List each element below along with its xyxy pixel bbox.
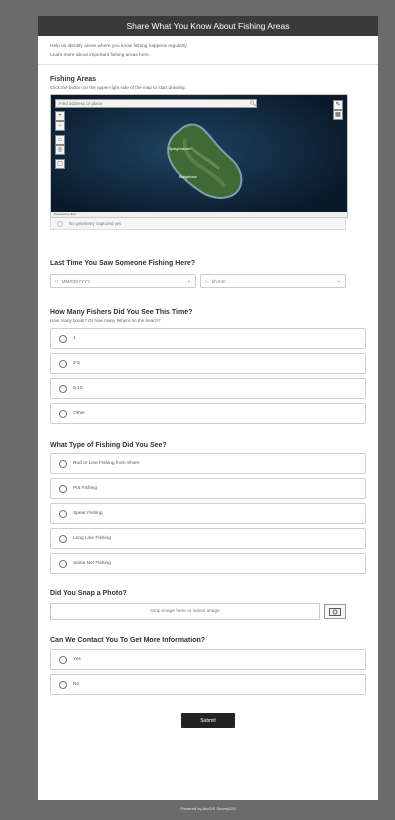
radio-option[interactable]: 5-10 xyxy=(50,378,366,399)
option-label: Other xyxy=(73,411,85,416)
radio-button[interactable] xyxy=(59,509,67,518)
radio-button[interactable] xyxy=(59,655,67,664)
radio-button[interactable] xyxy=(59,359,67,368)
radio-option[interactable]: No xyxy=(50,674,366,695)
geometry-status: No geometry captured yet xyxy=(50,218,346,230)
map-search-input[interactable]: Find address or place xyxy=(55,99,257,108)
radio-button[interactable] xyxy=(59,484,67,493)
map-imagery xyxy=(51,95,347,217)
photo-question: Did You Snap a Photo? Drop image here or… xyxy=(50,590,366,620)
fishing-type-question: What Type of Fishing Did You See? Rod or… xyxy=(50,442,366,574)
radio-option[interactable]: Seine Net Fishing xyxy=(50,553,366,574)
radio-option[interactable]: Rod or Line Fishing from Shore xyxy=(50,453,366,474)
intro-link-text[interactable]: Learn more about important fishing areas… xyxy=(50,53,366,58)
photo-label: Did You Snap a Photo? xyxy=(50,590,127,597)
fullscreen-icon[interactable]: ▢ xyxy=(55,159,65,169)
radio-option[interactable]: 2-5 xyxy=(50,353,366,374)
locate-icon[interactable]: ◎ xyxy=(55,145,65,155)
image-drop-zone[interactable]: Drop image here or select image xyxy=(50,603,320,620)
fishing-areas-label: Fishing Areas xyxy=(50,76,97,83)
map-place-label: Speightstown xyxy=(169,147,191,151)
how-many-label: How Many Fishers Did You See This Time? xyxy=(50,309,193,316)
radio-option[interactable]: Pot Fishing xyxy=(50,478,366,499)
zoom-in-icon[interactable]: + xyxy=(55,111,65,121)
radio-button[interactable] xyxy=(59,534,67,543)
radio-button[interactable] xyxy=(59,384,67,393)
option-label: Yes xyxy=(73,657,81,662)
option-label: 1 xyxy=(73,336,76,341)
camera-button[interactable] xyxy=(324,604,346,619)
geometry-status-text: No geometry captured yet xyxy=(69,221,121,226)
option-label: Seine Net Fishing xyxy=(73,561,111,566)
submit-button[interactable]: Submit xyxy=(181,713,235,728)
last-time-question: Last Time You Saw Someone Fishing Here? … xyxy=(50,260,366,288)
camera-icon xyxy=(329,608,341,616)
option-label: 2-5 xyxy=(73,361,80,366)
radio-option[interactable]: Other xyxy=(50,403,366,424)
powered-by-footer[interactable]: Powered by ArcGIS Survey123 xyxy=(38,806,378,811)
fishing-type-label: What Type of Fishing Did You See? xyxy=(50,442,167,449)
contact-label: Can We Contact You To Get More Informati… xyxy=(50,637,206,644)
fishing-areas-question: Fishing Areas Click the button on the up… xyxy=(50,76,366,230)
radio-button[interactable] xyxy=(59,459,67,468)
last-time-label: Last Time You Saw Someone Fishing Here? xyxy=(50,260,196,267)
survey-header: Share What You Know About Fishing Areas xyxy=(38,16,378,36)
chevron-down-icon: ⌄ xyxy=(186,278,191,284)
clock-icon: ○ xyxy=(205,278,208,284)
radio-option[interactable]: Yes xyxy=(50,649,366,670)
contact-question: Can We Contact You To Get More Informati… xyxy=(50,637,366,695)
radio-option[interactable]: Spear Fishing xyxy=(50,503,366,524)
radio-button[interactable] xyxy=(59,334,67,343)
zoom-out-icon[interactable]: − xyxy=(55,121,65,131)
option-label: No xyxy=(73,682,80,687)
option-label: Rod or Line Fishing from Shore xyxy=(73,461,140,466)
map-attribution: Powered by Esri xyxy=(51,212,347,217)
survey-intro: Help us identify areas where you know fi… xyxy=(38,36,378,58)
time-input[interactable]: ○ hh:mm ⌄ xyxy=(200,274,346,288)
chevron-down-icon: ⌄ xyxy=(336,278,341,284)
option-label: Pot Fishing xyxy=(73,486,97,491)
radio-button[interactable] xyxy=(59,680,67,689)
draw-tool-icon[interactable]: ✎ xyxy=(333,100,343,110)
divider xyxy=(38,64,378,65)
survey-title: Share What You Know About Fishing Areas xyxy=(126,21,290,31)
how-many-hint: How many boats? Or how many fishers on t… xyxy=(50,318,161,323)
map-view[interactable]: Speightstown Bridgetown Find address or … xyxy=(50,94,348,218)
search-icon[interactable]: 🔍︎ xyxy=(249,100,257,107)
home-icon[interactable]: ⌂ xyxy=(55,135,65,145)
option-label: 5-10 xyxy=(73,386,83,391)
survey-form: Share What You Know About Fishing Areas … xyxy=(38,16,378,800)
how-many-question: How Many Fishers Did You See This Time? … xyxy=(50,309,366,424)
map-place-label: Bridgetown xyxy=(179,175,197,179)
fishing-areas-hint: Click the button on the upper-right side… xyxy=(50,85,186,90)
status-circle-icon xyxy=(57,220,63,227)
basemap-icon[interactable]: ▦ xyxy=(333,110,343,120)
intro-text: Help us identify areas where you know fi… xyxy=(50,44,188,49)
option-label: Long Line Fishing xyxy=(73,536,111,541)
calendar-icon: □ xyxy=(55,278,58,284)
radio-option[interactable]: Long Line Fishing xyxy=(50,528,366,549)
radio-button[interactable] xyxy=(59,559,67,568)
option-label: Spear Fishing xyxy=(73,511,103,516)
date-input[interactable]: □ MM/DD/YYYY ⌄ xyxy=(50,274,196,288)
radio-option[interactable]: 1 xyxy=(50,328,366,349)
radio-button[interactable] xyxy=(59,409,67,418)
